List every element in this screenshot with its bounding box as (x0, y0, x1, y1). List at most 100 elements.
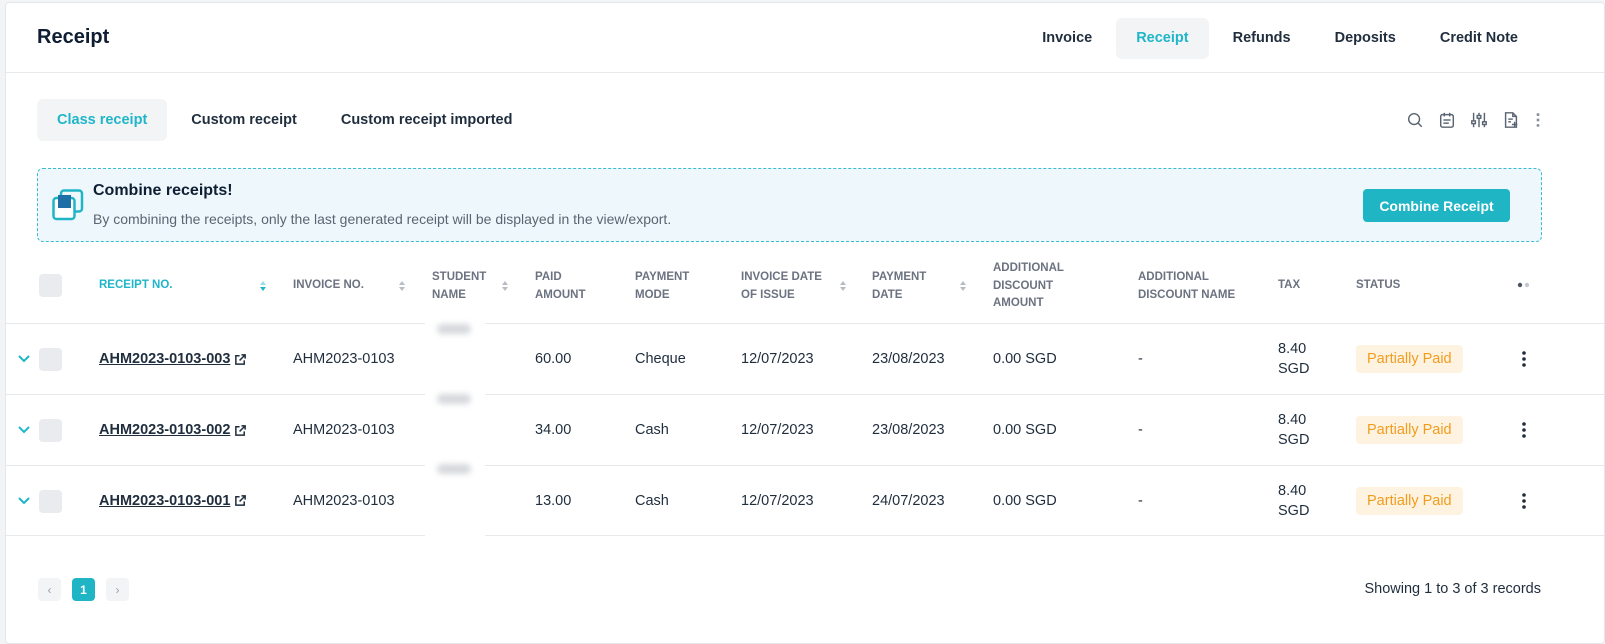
filter-sliders-icon[interactable] (1463, 109, 1495, 131)
tax-currency: SGD (1278, 432, 1310, 448)
col-student-name-line2: NAME (432, 288, 466, 301)
receipt-type-tabs: Class receipt Custom receipt Custom rece… (37, 99, 536, 141)
tab-credit-note[interactable]: Credit Note (1420, 18, 1538, 59)
table-body: AHM2023-0103-003 AHM2023-0103 60.00 Cheq… (6, 323, 1605, 536)
tax-value: 8.40 (1278, 482, 1307, 499)
col-add-disc-name-line1: ADDITIONAL (1138, 271, 1209, 283)
col-student-name[interactable]: STUDENT NAME (432, 269, 486, 304)
paid-amount: 60.00 (535, 351, 572, 367)
combine-receipts-banner: Combine receipts! By combining the recei… (37, 168, 1542, 242)
payment-date: 24/07/2023 (872, 492, 945, 509)
pagination: ‹ 1 › (38, 578, 140, 601)
tab-invoice[interactable]: Invoice (1022, 18, 1112, 59)
sort-icon[interactable] (501, 280, 509, 292)
row-checkbox[interactable] (39, 419, 62, 442)
banner-title: Combine receipts! (93, 182, 233, 199)
subtab-class-receipt[interactable]: Class receipt (37, 99, 168, 141)
next-page-button[interactable]: › (106, 578, 129, 601)
payment-mode: Cheque (635, 351, 686, 367)
col-additional-discount-amount: ADDITIONAL DISCOUNT AMOUNT (993, 260, 1064, 313)
prev-page-button[interactable]: ‹ (38, 578, 61, 601)
additional-discount-amount: 0.00 SGD (993, 492, 1057, 509)
calendar-icon[interactable] (1431, 109, 1463, 131)
payment-date: 23/08/2023 (872, 422, 945, 438)
combine-receipt-button[interactable]: Combine Receipt (1363, 189, 1510, 222)
additional-discount-amount: 0.00 SGD (993, 422, 1057, 438)
col-add-disc-name-line2: DISCOUNT NAME (1138, 288, 1236, 301)
receipt-no-cell[interactable]: AHM2023-0103-003 (99, 351, 247, 367)
top-tabs: Invoice Receipt Refunds Deposits Credit … (1018, 18, 1538, 59)
tab-deposits[interactable]: Deposits (1315, 18, 1416, 59)
tax-cell: 8.40 SGD (1278, 410, 1309, 450)
payment-mode: Cash (635, 492, 669, 509)
tax-cell: 8.40 SGD (1278, 339, 1309, 379)
col-add-disc-amount-line2: DISCOUNT (993, 279, 1054, 292)
page-1-button[interactable]: 1 (72, 578, 95, 601)
receipts-table: RECEIPT NO. INVOICE NO. STUDENT NAME PAI… (6, 253, 1605, 536)
table-row[interactable]: AHM2023-0103-002 AHM2023-0103 34.00 Cash… (6, 394, 1605, 465)
col-payment-mode-line2: MODE (635, 288, 670, 301)
invoice-date: 12/07/2023 (741, 351, 814, 367)
col-invoice-no[interactable]: INVOICE NO. (293, 277, 364, 295)
column-settings-dots-icon[interactable] (1516, 281, 1532, 289)
receipt-link[interactable]: AHM2023-0103-002 (99, 422, 247, 438)
sort-icon[interactable] (959, 280, 967, 292)
col-additional-discount-name: ADDITIONAL DISCOUNT NAME (1138, 269, 1235, 304)
sort-icon[interactable] (839, 280, 847, 292)
col-paid-amount-line1: PAID (535, 271, 562, 283)
payment-date: 23/08/2023 (872, 351, 945, 367)
col-payment-date[interactable]: PAYMENT DATE (872, 269, 926, 304)
col-receipt-no[interactable]: RECEIPT NO. (99, 277, 172, 295)
tab-receipt[interactable]: Receipt (1116, 18, 1209, 59)
sort-active-icon[interactable] (259, 280, 267, 292)
tax-currency: SGD (1278, 502, 1310, 519)
receipt-link[interactable]: AHM2023-0103-003 (99, 351, 247, 367)
row-actions-icon[interactable] (1516, 421, 1532, 439)
subtab-custom-receipt-imported[interactable]: Custom receipt imported (321, 99, 533, 141)
chevron-down-icon[interactable] (17, 354, 31, 364)
chevron-down-icon[interactable] (17, 496, 31, 506)
additional-discount-name: - (1138, 422, 1143, 438)
page-title: Receipt (37, 26, 110, 48)
col-payment-mode-line1: PAYMENT (635, 271, 690, 283)
receipt-no: AHM2023-0103-002 (99, 422, 231, 438)
tax-value: 8.40 (1278, 341, 1307, 357)
col-add-disc-amount-line3: AMOUNT (993, 297, 1044, 309)
col-paid-amount: PAID AMOUNT (535, 269, 585, 304)
invoice-date: 12/07/2023 (741, 422, 814, 438)
row-checkbox[interactable] (39, 490, 62, 513)
tax-currency: SGD (1278, 361, 1310, 377)
tab-refunds[interactable]: Refunds (1213, 18, 1311, 59)
export-document-icon[interactable] (1495, 109, 1527, 131)
col-invoice-date-line2: OF ISSUE (741, 288, 795, 301)
table-row[interactable]: AHM2023-0103-001 AHM2023-0103 13.00 Cash… (6, 465, 1605, 536)
paid-amount: 34.00 (535, 422, 572, 438)
chevron-down-icon[interactable] (17, 425, 31, 435)
col-status: STATUS (1356, 279, 1401, 291)
external-link-icon (235, 495, 247, 506)
more-vertical-icon[interactable] (1527, 109, 1549, 131)
receipt-link[interactable]: AHM2023-0103-001 (99, 493, 247, 509)
search-icon[interactable] (1399, 109, 1431, 131)
status-badge: Partially Paid (1356, 345, 1463, 373)
col-tax: TAX (1278, 279, 1301, 291)
row-actions-icon[interactable] (1516, 492, 1532, 510)
invoice-no: AHM2023-0103 (293, 351, 395, 367)
col-payment-date-line1: PAYMENT (872, 271, 927, 283)
status-cell: Partially Paid (1356, 486, 1463, 515)
table-row[interactable]: AHM2023-0103-003 AHM2023-0103 60.00 Cheq… (6, 323, 1605, 394)
receipt-no-cell[interactable]: AHM2023-0103-002 (99, 422, 247, 438)
col-invoice-date[interactable]: INVOICE DATE OF ISSUE (741, 269, 822, 304)
row-actions-icon[interactable] (1516, 350, 1532, 368)
subtab-custom-receipt[interactable]: Custom receipt (171, 99, 317, 141)
page-header: Receipt Invoice Receipt Refunds Deposits… (6, 3, 1604, 73)
status-cell: Partially Paid (1356, 416, 1463, 444)
sort-icon[interactable] (398, 280, 406, 292)
combine-squares-icon (52, 189, 84, 221)
row-checkbox[interactable] (39, 348, 62, 371)
receipt-no-cell[interactable]: AHM2023-0103-001 (99, 493, 247, 509)
additional-discount-name: - (1138, 351, 1143, 367)
col-invoice-date-line1: INVOICE DATE (741, 271, 822, 283)
receipt-page-card: Receipt Invoice Receipt Refunds Deposits… (5, 2, 1605, 644)
select-all-checkbox[interactable] (39, 274, 62, 297)
